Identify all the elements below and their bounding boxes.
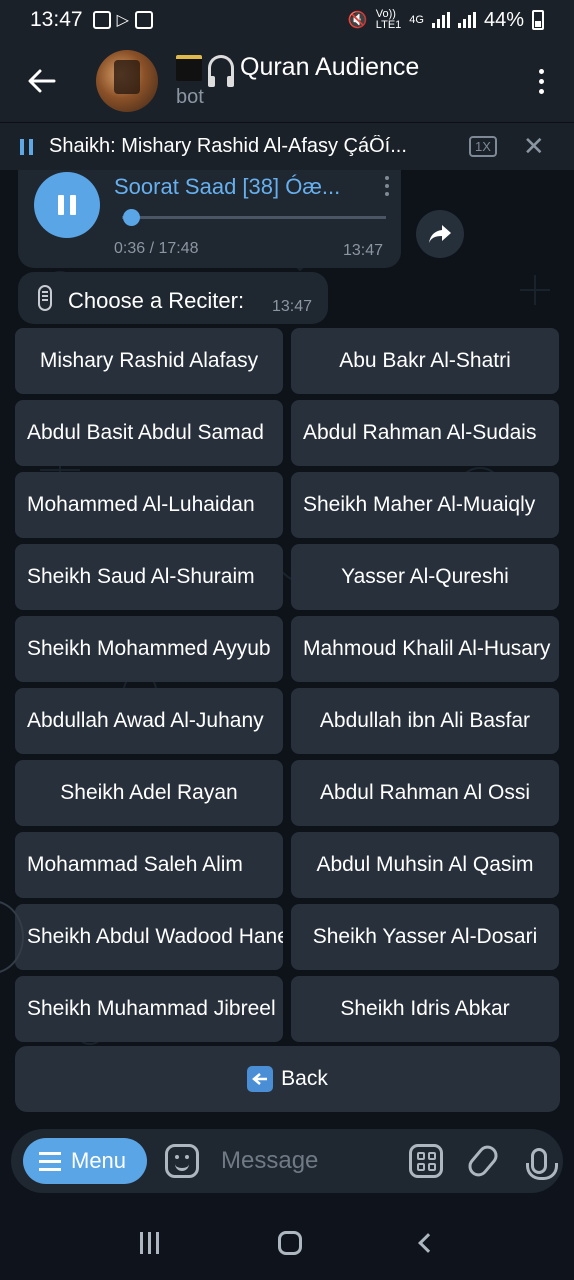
battery-percent: 44% xyxy=(483,8,524,31)
share-icon[interactable] xyxy=(416,210,464,258)
reciter-button[interactable]: Abdul Basit Abdul Samad xyxy=(15,400,283,466)
menu-button[interactable]: Menu xyxy=(23,1138,147,1184)
nav-back-icon[interactable] xyxy=(417,1232,438,1253)
audio-seek-bar[interactable] xyxy=(122,209,386,226)
mute-icon: 🔇 xyxy=(347,12,368,29)
audio-player-bar[interactable]: Shaikh: Mishary Rashid Al-Afasy ÇáÔí... … xyxy=(0,122,574,170)
check-icon xyxy=(134,11,153,29)
message-input-bar: Menu Message xyxy=(11,1129,563,1193)
audio-title: Soorat Saad [38] Óæ... xyxy=(114,174,341,199)
back-button-label: Back xyxy=(281,1067,328,1090)
reciter-button[interactable]: Sheikh Idris Abkar xyxy=(291,976,559,1042)
reciter-button[interactable]: Abdullah ibn Ali Basfar xyxy=(291,688,559,754)
reciter-button[interactable]: Mishary Rashid Alafasy xyxy=(15,328,283,394)
message-input[interactable]: Message xyxy=(221,1147,318,1175)
chat-area[interactable]: Soorat Saad [38] Óæ... 0:36 / 17:48 13:4… xyxy=(0,170,574,1130)
battery-icon xyxy=(532,10,544,30)
back-arrow-emoji-icon xyxy=(247,1066,274,1092)
chat-title-area[interactable]: Quran Audience bot xyxy=(176,53,419,109)
close-icon[interactable]: ✕ xyxy=(523,131,545,162)
signal-icon xyxy=(431,12,450,28)
message-time: 13:47 xyxy=(342,242,383,259)
seek-knob[interactable] xyxy=(122,209,140,226)
reciter-button[interactable]: Abdul Rahman Al Ossi xyxy=(291,760,559,826)
home-icon[interactable] xyxy=(277,1230,302,1255)
chat-header: Quran Audience bot xyxy=(0,40,574,122)
more-options-icon[interactable] xyxy=(536,68,546,94)
reciter-button[interactable]: Sheikh Adel Rayan xyxy=(15,760,283,826)
play-store-icon: ▷ xyxy=(116,12,129,29)
menu-label: Menu xyxy=(71,1148,127,1173)
kaaba-icon xyxy=(176,54,202,81)
reciter-button[interactable]: Mohammed Al-Luhaidan xyxy=(15,472,283,538)
reciter-button[interactable]: Sheikh Saud Al-Shuraim xyxy=(15,544,283,610)
reciter-button[interactable]: Abdul Rahman Al-Sudais xyxy=(291,400,559,466)
reciter-button[interactable]: Sheikh Mohammed Ayyub xyxy=(15,616,283,682)
pause-button[interactable] xyxy=(34,172,100,238)
back-button[interactable]: Back xyxy=(15,1046,560,1112)
audio-more-icon[interactable] xyxy=(385,176,389,196)
playback-speed-button[interactable]: 1X xyxy=(469,136,497,157)
reciter-button[interactable]: Sheikh Muhammad Jibreel xyxy=(15,976,283,1042)
voice-record-icon[interactable] xyxy=(526,1148,558,1180)
reciter-button[interactable]: Sheikh Abdul Wadood Haneef xyxy=(15,904,283,970)
reciter-message-bubble: Choose a Reciter: 13:47 xyxy=(18,272,328,324)
reciter-button[interactable]: Mahmoud Khalil Al-Husary xyxy=(291,616,559,682)
reciter-button[interactable]: Abdul Muhsin Al Qasim xyxy=(291,832,559,898)
reciter-button[interactable]: Abdullah Awad Al-Juhany xyxy=(15,688,283,754)
reciter-button[interactable]: Yasser Al-Qureshi xyxy=(291,544,559,610)
system-nav-bar xyxy=(0,1205,574,1280)
player-track-title[interactable]: Shaikh: Mishary Rashid Al-Afasy ÇáÔí... xyxy=(49,135,449,158)
bot-avatar[interactable] xyxy=(96,50,158,112)
clock: 13:47 xyxy=(30,8,83,31)
headphones-icon xyxy=(208,54,234,87)
microphone-icon xyxy=(38,285,52,311)
network-type: 4G xyxy=(409,13,424,26)
bot-keyboard-icon[interactable] xyxy=(409,1144,443,1178)
hamburger-icon xyxy=(39,1151,61,1171)
volte-label: Vo)) LTE1 xyxy=(375,8,402,31)
chat-title: Quran Audience xyxy=(240,53,420,81)
recent-apps-icon[interactable] xyxy=(139,1231,159,1254)
reciter-button[interactable]: Sheikh Yasser Al-Dosari xyxy=(291,904,559,970)
attach-icon[interactable] xyxy=(464,1141,502,1181)
reciter-keyboard: Mishary Rashid Alafasy Abu Bakr Al-Shatri… xyxy=(15,328,560,1042)
signal-icon-2 xyxy=(457,12,476,28)
audio-message-bubble[interactable]: Soorat Saad [38] Óæ... 0:36 / 17:48 13:4… xyxy=(18,170,401,268)
reciter-button[interactable]: Mohammad Saleh Alim xyxy=(15,832,283,898)
reciter-button[interactable]: Abu Bakr Al-Shatri xyxy=(291,328,559,394)
sticker-icon[interactable] xyxy=(165,1144,199,1178)
gallery-icon xyxy=(92,11,111,29)
pause-icon[interactable] xyxy=(20,138,33,155)
status-bar: 13:47 ▷ 🔇 Vo)) LTE1 4G 44% xyxy=(0,0,574,40)
reciter-button[interactable]: Sheikh Maher Al-Muaiqly xyxy=(291,472,559,538)
chat-subtitle: bot xyxy=(176,86,204,108)
back-arrow-icon[interactable] xyxy=(20,59,64,103)
audio-duration: 0:36 / 17:48 xyxy=(114,240,199,257)
reciter-prompt: Choose a Reciter: xyxy=(68,288,245,313)
message-time: 13:47 xyxy=(271,298,312,315)
